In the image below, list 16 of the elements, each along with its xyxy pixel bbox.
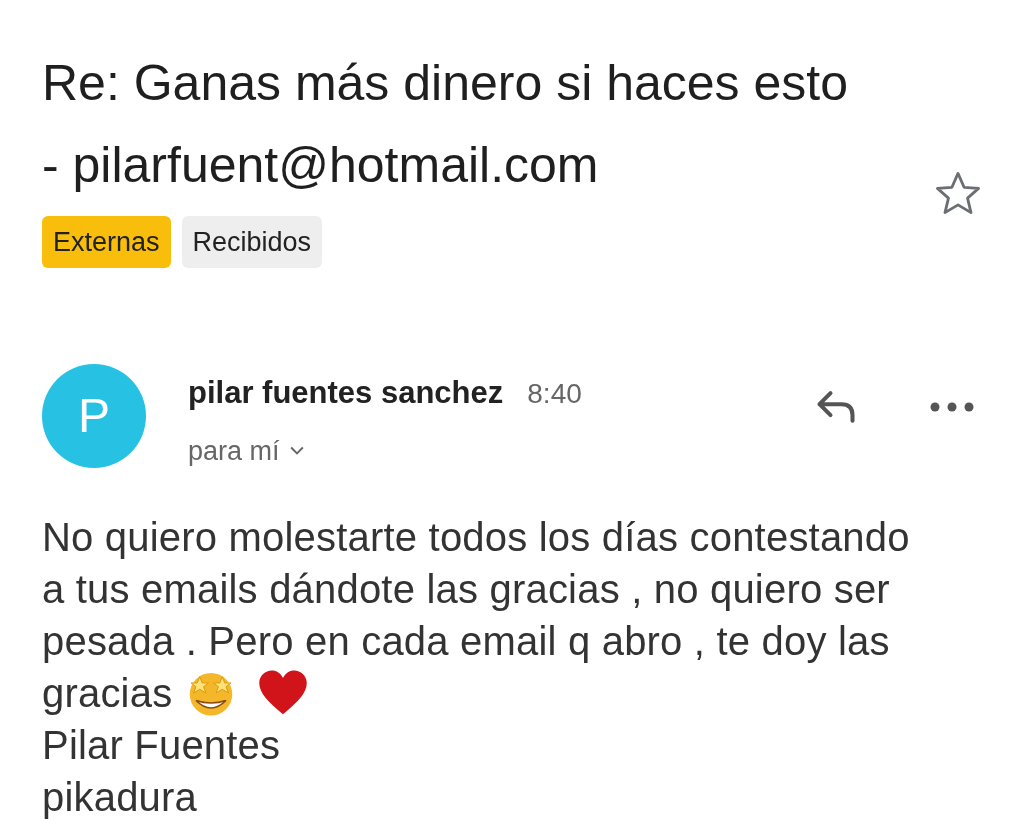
message-time: 8:40: [527, 377, 582, 411]
message-text-line: gracias: [42, 670, 173, 717]
heart-icon: [258, 670, 309, 716]
label-chip: Externas: [42, 216, 171, 268]
message-text-line: a tus emails dándote las gracias , no quiero ser: [42, 566, 890, 613]
label-chip: Recibidos: [181, 216, 323, 268]
sender-name: pilar fuentes sanchez: [188, 374, 504, 412]
signature-line: pikadura: [42, 774, 199, 821]
recipient-toggle[interactable]: para mí: [188, 430, 582, 471]
message-text-line: No quiero molestarte todos los días contestando: [42, 514, 910, 561]
signature-line: Pilar Fuentes: [42, 722, 282, 769]
email-subject: Re: Ganas más dinero si haces esto - pilarfuent@hotmail.com: [42, 54, 849, 195]
avatar: P: [42, 364, 146, 468]
more-options-icon[interactable]: [930, 401, 974, 413]
message-text-line: pesada . Pero en cada email q abro , te doy las: [42, 618, 890, 665]
chevron-down-icon: [289, 445, 304, 456]
